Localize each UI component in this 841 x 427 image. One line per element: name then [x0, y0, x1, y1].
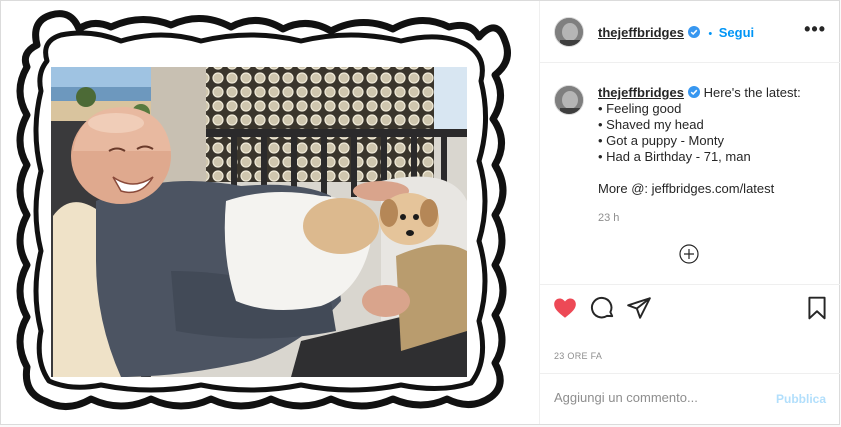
follow-button[interactable]: Segui	[719, 25, 754, 40]
paper-plane-icon[interactable]	[626, 295, 652, 321]
verified-badge-icon	[687, 25, 700, 38]
comment-form: Pubblica	[540, 373, 840, 424]
caption-line-4: • Had a Birthday - 71, man	[598, 149, 751, 164]
caption-line-6: More @: jeffbridges.com/latest	[598, 181, 775, 196]
caption-line-1: • Feeling good	[598, 101, 682, 116]
post-sidebar: thejeffbridges • Segui ••• thejeffbridge…	[539, 1, 840, 424]
caption-line-0: Here's the latest:	[703, 85, 801, 100]
comment-bubble-icon[interactable]	[590, 295, 616, 321]
more-options-icon[interactable]: •••	[804, 20, 826, 38]
avatar[interactable]	[554, 17, 584, 47]
post-photo	[16, 10, 511, 410]
caption-line: thejeffbridges Here's the latest:	[598, 85, 826, 101]
header-username[interactable]: thejeffbridges	[598, 25, 684, 40]
comment-input[interactable]	[554, 390, 764, 405]
instagram-post: thejeffbridges • Segui ••• thejeffbridge…	[0, 0, 840, 425]
plus-circle-icon[interactable]	[679, 244, 699, 264]
verified-badge-icon	[687, 86, 700, 98]
header-user-row: thejeffbridges • Segui	[598, 24, 754, 42]
follow-separator: •	[708, 28, 713, 40]
publish-button[interactable]: Pubblica	[776, 392, 826, 406]
caption-line-3: • Got a puppy - Monty	[598, 133, 724, 148]
heart-filled-icon[interactable]	[552, 295, 578, 321]
post-date[interactable]: 23 ORE FA	[554, 351, 602, 361]
avatar-image	[555, 18, 583, 46]
caption-line-2: • Shaved my head	[598, 117, 704, 132]
bookmark-icon[interactable]	[804, 295, 830, 321]
caption-avatar-image	[555, 86, 583, 114]
caption-text: thejeffbridges Here's the latest: • Feel…	[598, 85, 826, 197]
post-image[interactable]	[1, 1, 539, 424]
caption-timestamp[interactable]: 23 h	[598, 210, 619, 226]
caption-username[interactable]: thejeffbridges	[598, 85, 684, 100]
caption-line-5	[598, 165, 826, 181]
post-header: thejeffbridges • Segui •••	[540, 1, 840, 63]
caption-avatar[interactable]	[554, 85, 584, 115]
